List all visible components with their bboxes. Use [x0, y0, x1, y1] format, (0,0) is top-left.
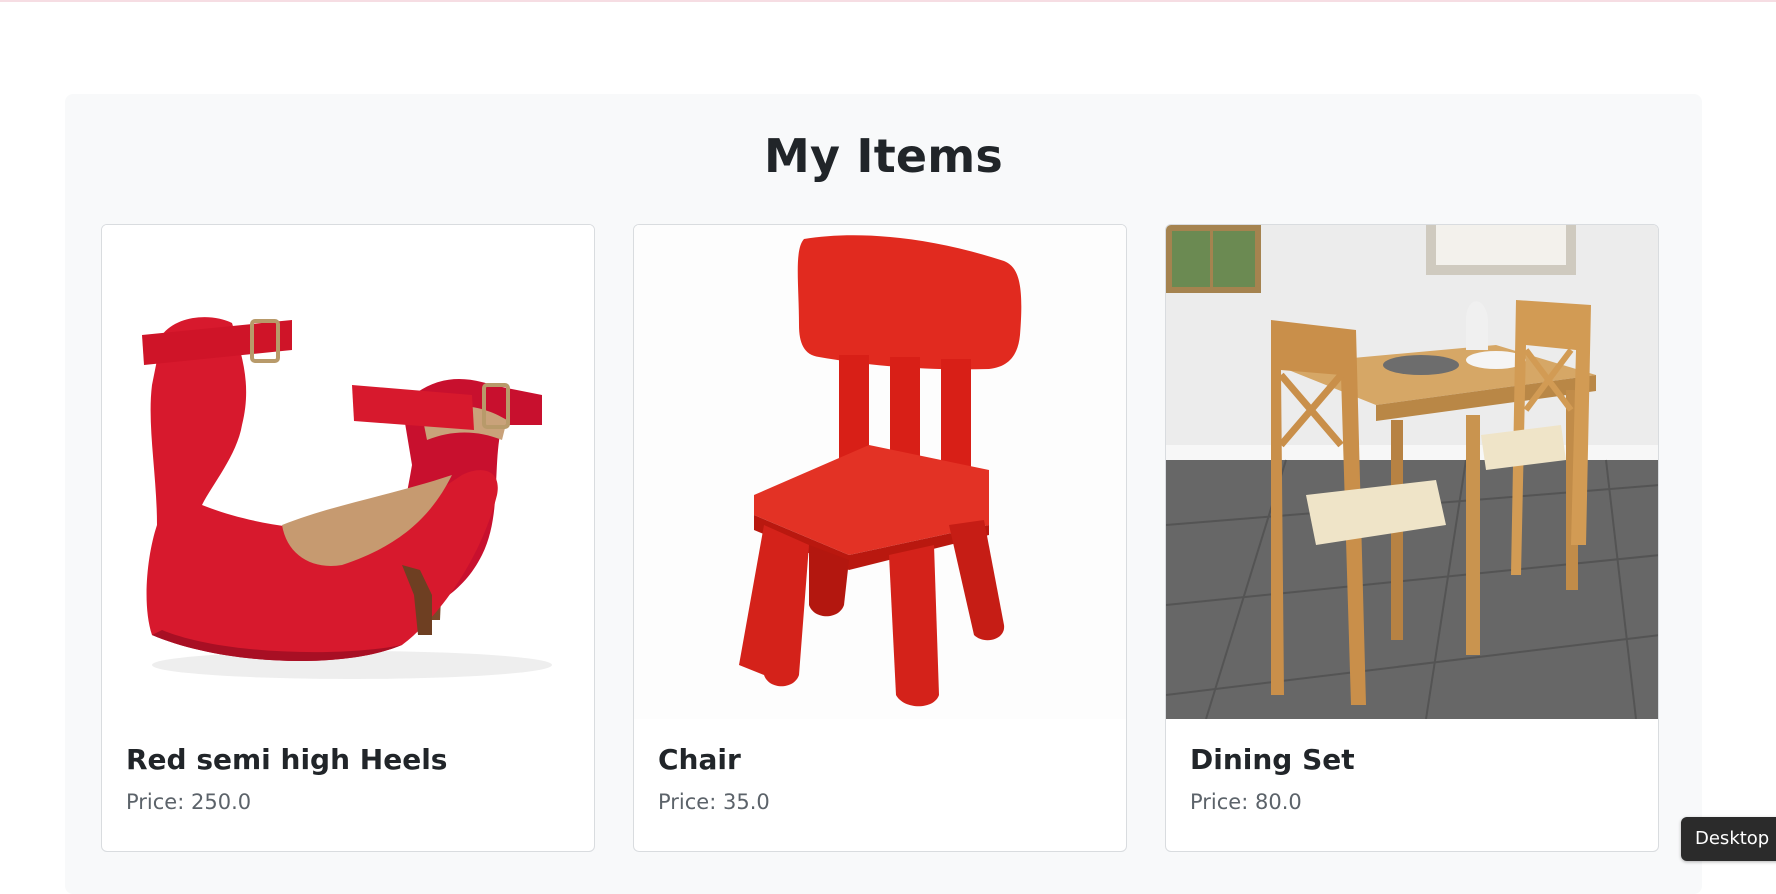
item-title: Chair	[658, 743, 741, 776]
red-chair-image	[634, 225, 1126, 719]
items-panel: My Items Red semi high Heels Price: 250.…	[65, 94, 1702, 894]
price-value: 250.0	[191, 789, 252, 814]
card-body: Dining Set Price: 80.0	[1166, 719, 1658, 836]
item-title: Dining Set	[1190, 743, 1355, 776]
price-label: Price:	[126, 789, 185, 814]
item-price: Price: 250.0	[126, 789, 570, 816]
item-card[interactable]: Chair Price: 35.0	[633, 224, 1127, 852]
card-body: Chair Price: 35.0	[634, 719, 1126, 836]
top-border	[0, 0, 1776, 2]
price-label: Price:	[1190, 789, 1249, 814]
item-price: Price: 80.0	[1190, 789, 1634, 816]
price-value: 80.0	[1255, 789, 1302, 814]
desktop-tooltip: Desktop a	[1681, 817, 1776, 861]
price-value: 35.0	[723, 789, 770, 814]
items-grid: Red semi high Heels Price: 250.0 Chair P…	[101, 224, 1659, 852]
item-title: Red semi high Heels	[126, 743, 448, 776]
item-card[interactable]: Dining Set Price: 80.0	[1165, 224, 1659, 852]
price-label: Price:	[658, 789, 717, 814]
item-card[interactable]: Red semi high Heels Price: 250.0	[101, 224, 595, 852]
red-heels-image	[102, 225, 594, 719]
page-title: My Items	[764, 129, 1003, 183]
item-price: Price: 35.0	[658, 789, 1102, 816]
dining-set-image	[1166, 225, 1658, 719]
card-body: Red semi high Heels Price: 250.0	[102, 719, 594, 836]
